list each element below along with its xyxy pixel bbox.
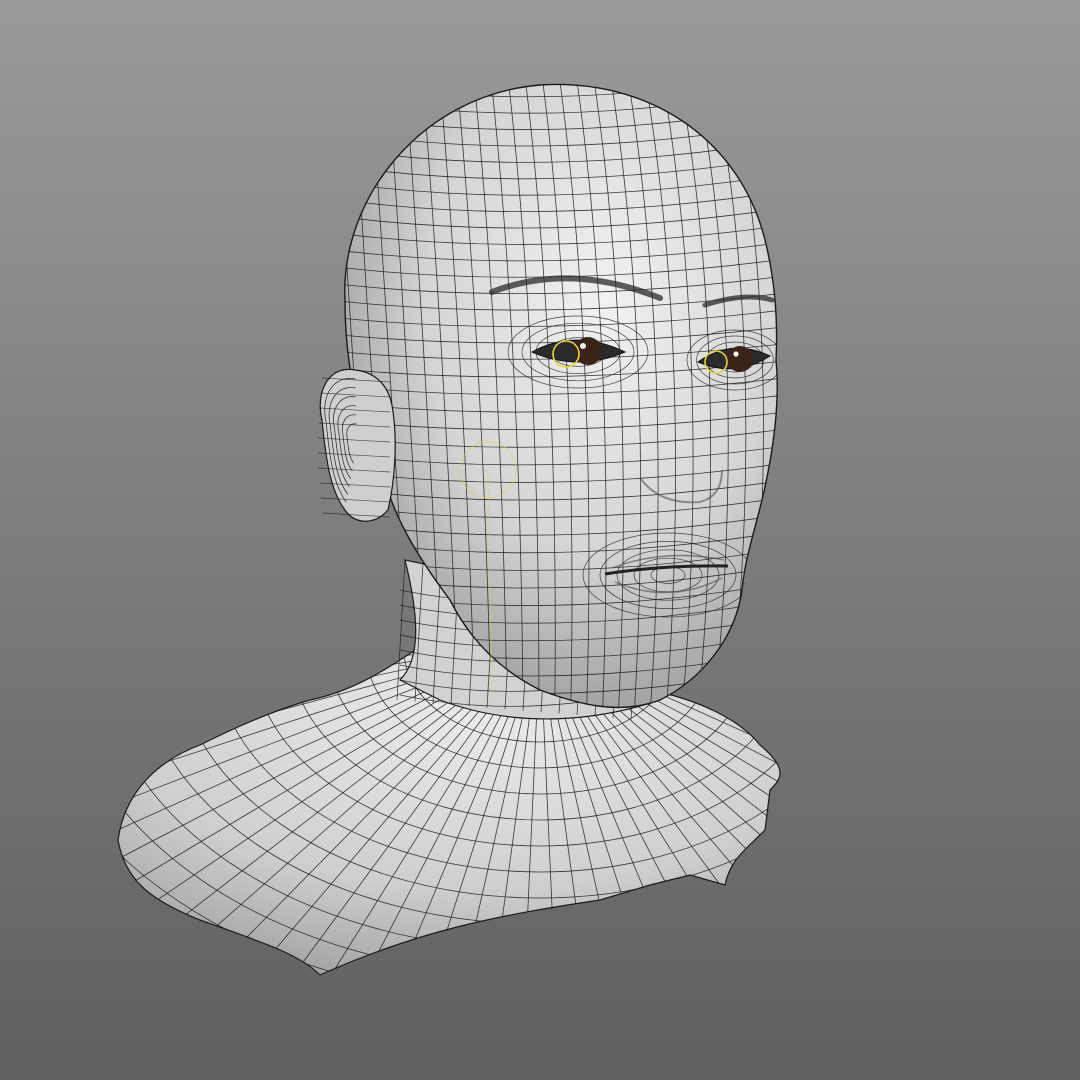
left-ear[interactable] — [318, 368, 396, 522]
3d-viewport[interactable] — [0, 0, 1080, 1080]
viewport-canvas[interactable] — [0, 0, 1080, 1080]
right-eye-highlight — [733, 351, 739, 357]
right-eye-iris — [727, 346, 753, 372]
left-eye-highlight — [580, 343, 586, 349]
